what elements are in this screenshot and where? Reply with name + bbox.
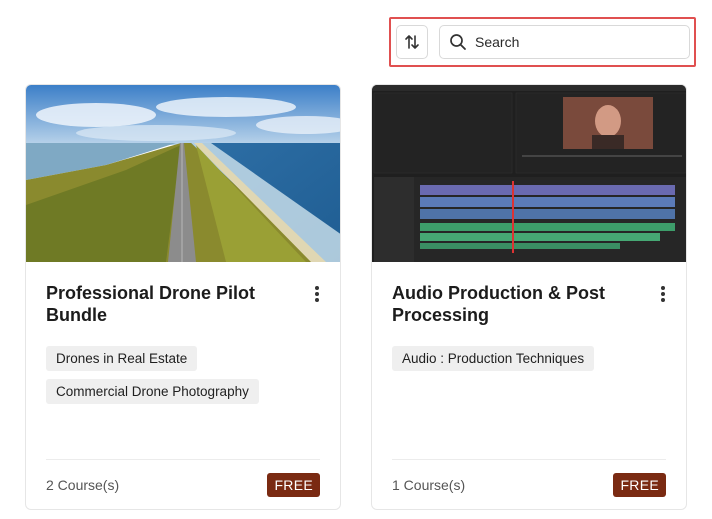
category-tag: Drones in Real Estate bbox=[46, 346, 198, 371]
more-options-icon[interactable] bbox=[312, 284, 322, 304]
sort-arrows-icon bbox=[405, 35, 419, 49]
tag-list: Audio : Production Techniques bbox=[392, 346, 666, 371]
category-tag: Commercial Drone Photography bbox=[46, 379, 259, 404]
search-box[interactable] bbox=[439, 25, 690, 59]
card-footer: 2 Course(s) FREE bbox=[46, 459, 320, 509]
bundle-thumbnail-drone bbox=[26, 85, 340, 262]
bundle-title[interactable]: Audio Production & Post Processing bbox=[392, 282, 632, 326]
bundle-card[interactable]: Audio Production & Post Processing Audio… bbox=[371, 84, 687, 510]
search-input[interactable] bbox=[475, 34, 675, 50]
category-tag: Audio : Production Techniques bbox=[392, 346, 595, 371]
search-icon bbox=[450, 34, 466, 50]
course-count: 1 Course(s) bbox=[392, 476, 466, 493]
sort-button[interactable] bbox=[396, 25, 428, 59]
bundle-thumbnail-audio-editor bbox=[372, 85, 686, 262]
price-badge: FREE bbox=[613, 472, 666, 497]
course-count: 2 Course(s) bbox=[46, 476, 120, 493]
course-bundles-page: Professional Drone Pilot Bundle Drones i… bbox=[0, 0, 712, 519]
more-options-icon[interactable] bbox=[658, 284, 668, 304]
bundle-card[interactable]: Professional Drone Pilot Bundle Drones i… bbox=[25, 84, 341, 510]
tag-list: Drones in Real Estate Commercial Drone P… bbox=[46, 346, 320, 404]
price-badge: FREE bbox=[267, 472, 320, 497]
bundle-title[interactable]: Professional Drone Pilot Bundle bbox=[46, 282, 286, 326]
card-footer: 1 Course(s) FREE bbox=[392, 459, 666, 509]
